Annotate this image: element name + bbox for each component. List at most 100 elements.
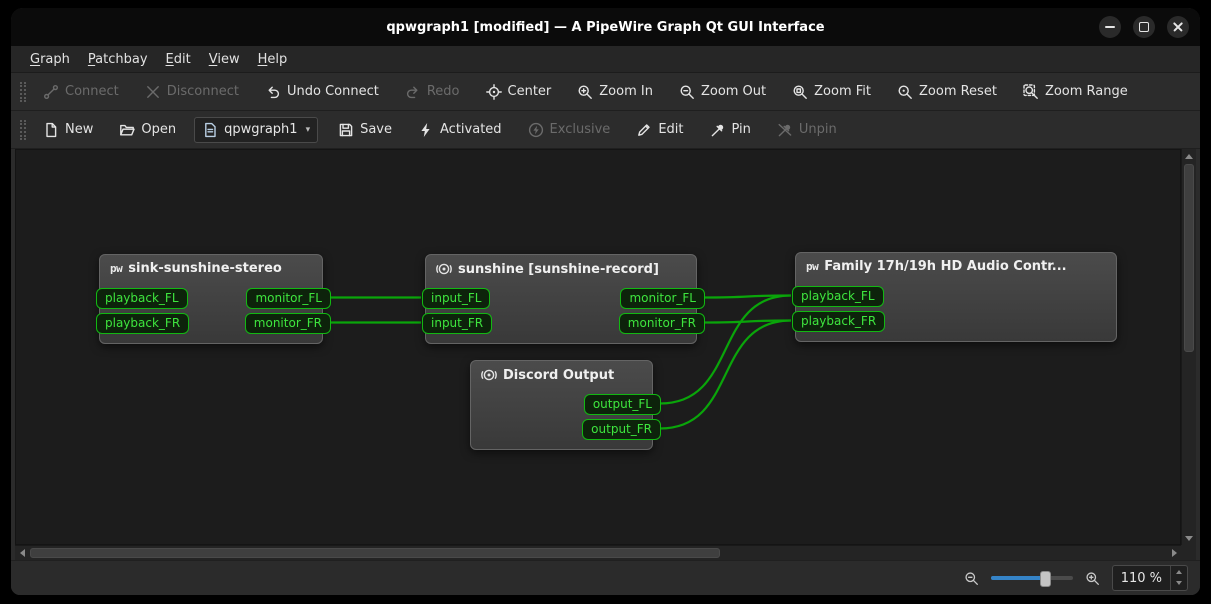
port-playback_FR[interactable]: playback_FR [792,311,885,332]
menu-edit[interactable]: Edit [157,49,200,70]
zoom-fit-button[interactable]: Zoom Fit [784,79,879,105]
toolbar-patchbay: New Open qpwgraph1▾ Save Activated Exclusive E… [11,111,1200,149]
port-playback_FL[interactable]: playback_FL [96,288,188,309]
spin-down-icon [1176,581,1182,585]
node-discord-output[interactable]: Discord Outputoutput_FLoutput_FR [470,360,653,450]
zoom-reset-icon [897,84,913,100]
vertical-scrollbar[interactable] [1181,149,1196,545]
canvas-area: pwsink-sunshine-stereoplayback_FLplaybac… [15,149,1196,560]
port-input_FL[interactable]: input_FL [422,288,490,309]
zoom-in-icon [577,84,593,100]
spin-down-button[interactable] [1171,577,1187,588]
menu-patchbay[interactable]: Patchbay [79,49,157,70]
node-title: sunshine [sunshine-record] [458,262,659,277]
pin-button[interactable]: Pin [702,117,759,143]
port-monitor_FL[interactable]: monitor_FL [620,288,705,309]
zoom-range-button[interactable]: Zoom Range [1015,79,1136,105]
port-playback_FL[interactable]: playback_FL [792,286,884,307]
minimize-icon [1105,26,1115,28]
application-icon [436,261,452,277]
new-icon [43,122,59,138]
center-button[interactable]: Center [478,79,560,105]
open-button[interactable]: Open [111,117,184,143]
disconnect-button[interactable]: Disconnect [137,79,247,105]
statusbar: 110 % [11,560,1200,595]
port-playback_FR[interactable]: playback_FR [96,313,189,334]
button-label: Save [360,122,392,137]
window-title: qpwgraph1 [modified] — A PipeWire Graph … [11,20,1200,35]
port-monitor_FR[interactable]: monitor_FR [245,313,331,334]
button-label: Connect [65,84,119,99]
center-icon [486,84,502,100]
close-icon [1172,21,1184,33]
right-arrow-icon [1172,549,1177,557]
minimize-button[interactable] [1099,16,1121,38]
activated-button[interactable]: Activated [410,117,510,143]
node-sink-sunshine-stereo[interactable]: pwsink-sunshine-stereoplayback_FLplaybac… [99,254,323,344]
maximize-icon [1139,22,1149,32]
menu-view[interactable]: View [200,49,249,70]
scroll-right-button[interactable] [1167,546,1181,560]
menubar: GraphPatchbayEditViewHelp [11,46,1200,73]
redo-button[interactable]: Redo [397,79,468,105]
down-arrow-icon [1185,536,1193,541]
zoom-in-icon-button[interactable] [1085,571,1100,586]
menu-graph[interactable]: Graph [21,49,79,70]
edit-button[interactable]: Edit [628,117,691,143]
scroll-up-button[interactable] [1182,149,1196,163]
node-header: sunshine [sunshine-record] [426,255,696,277]
scroll-down-button[interactable] [1182,531,1196,545]
activated-icon [418,122,434,138]
zoom-out-icon [679,84,695,100]
port-output_FL[interactable]: output_FL [584,394,661,415]
scroll-left-button[interactable] [15,546,29,560]
up-arrow-icon [1185,154,1193,159]
zoom-out-icon-button[interactable] [964,571,979,586]
exclusive-icon [528,122,544,138]
exclusive-button[interactable]: Exclusive [520,117,619,143]
button-label: Zoom Reset [919,84,997,99]
port-output_FR[interactable]: output_FR [582,419,661,440]
zoom-range-icon [1023,84,1039,100]
port-monitor_FR[interactable]: monitor_FR [619,313,705,334]
cables-layer [16,150,1180,544]
patchbay-selector[interactable]: qpwgraph1▾ [194,117,318,143]
connect-icon [43,84,59,100]
undo-connect-button[interactable]: Undo Connect [257,79,387,105]
close-button[interactable] [1167,16,1189,38]
button-label: Redo [427,84,460,99]
patchbay-selector-value: qpwgraph1 [224,122,297,137]
toolbar-grip[interactable] [20,120,26,140]
zoom-out-button[interactable]: Zoom Out [671,79,774,105]
node-sunshine[interactable]: sunshine [sunshine-record] input_FL input_… [425,254,697,344]
zoom-slider-handle[interactable] [1040,571,1051,587]
horizontal-scrollbar[interactable] [15,545,1181,560]
zoom-spinbox[interactable]: 110 % [1112,565,1188,591]
scrollbar-corner [1181,545,1196,560]
vertical-scrollbar-handle[interactable] [1184,164,1194,352]
maximize-button[interactable] [1133,16,1155,38]
node-family-audio[interactable]: pwFamily 17h/19h HD Audio Contr...playba… [795,252,1117,342]
disconnect-icon [145,84,161,100]
port-input_FR[interactable]: input_FR [422,313,492,334]
menu-help[interactable]: Help [249,49,297,70]
connect-button[interactable]: Connect [35,79,127,105]
button-label: Unpin [799,122,837,137]
spin-up-button[interactable] [1171,566,1187,577]
button-label: Open [141,122,176,137]
unpin-button[interactable]: Unpin [769,117,845,143]
horizontal-scrollbar-handle[interactable] [30,548,720,558]
button-label: Edit [658,122,683,137]
toolbar-grip[interactable] [20,82,26,102]
toolbar-main: Connect Disconnect Undo Connect Redo Center Z… [11,73,1200,111]
new-button[interactable]: New [35,117,101,143]
app-window: qpwgraph1 [modified] — A PipeWire Graph … [11,8,1200,595]
undo-icon [265,84,281,100]
save-button[interactable]: Save [330,117,400,143]
port-monitor_FL[interactable]: monitor_FL [246,288,331,309]
graph-canvas[interactable]: pwsink-sunshine-stereoplayback_FLplaybac… [15,149,1181,545]
zoom-reset-button[interactable]: Zoom Reset [889,79,1005,105]
titlebar[interactable]: qpwgraph1 [modified] — A PipeWire Graph … [11,8,1200,46]
zoom-slider[interactable] [991,571,1073,585]
zoom-in-button[interactable]: Zoom In [569,79,661,105]
